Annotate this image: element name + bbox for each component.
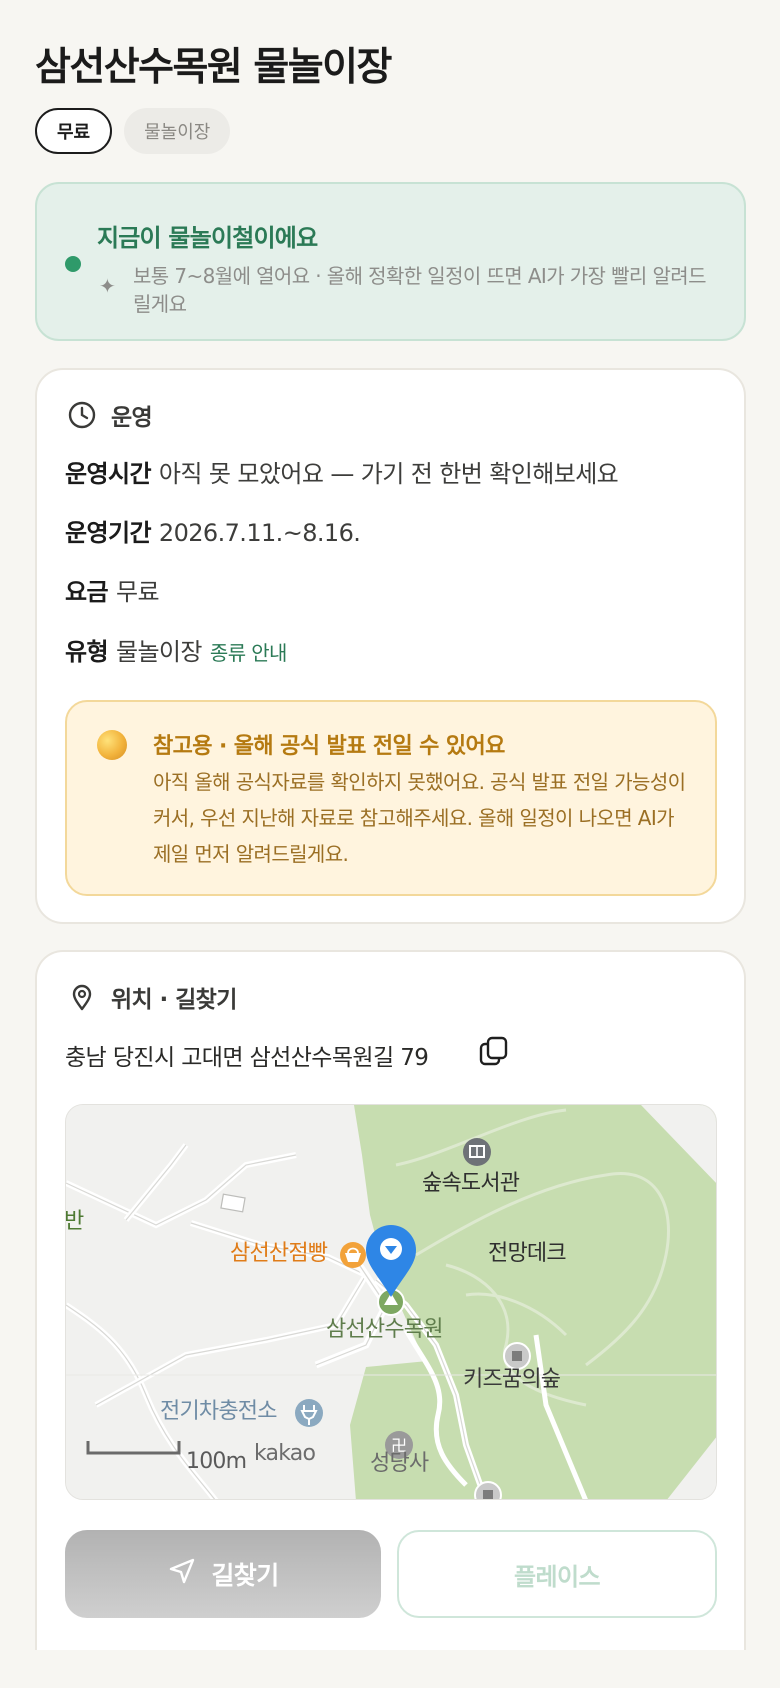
fee-row: 요금 무료 bbox=[65, 572, 160, 607]
poi-marker-icon bbox=[474, 1481, 502, 1499]
map-label-temple: 성당사 bbox=[370, 1451, 429, 1476]
map-brand-logo: kakao bbox=[254, 1441, 316, 1466]
send-arrow-icon bbox=[167, 1556, 197, 1592]
caution-body: 아직 올해 공식자료를 확인하지 못했어요. 공식 발표 전일 가능성이 커서,… bbox=[153, 770, 686, 866]
library-marker-icon bbox=[463, 1138, 491, 1166]
map-label-kids-forest: 키즈꿈의숲 bbox=[463, 1367, 561, 1392]
map-view[interactable]: 卍 숲속도서관 전망데크 삼선산점빵 삼선산수목원 키즈꿈의숲 전기차충전소 성… bbox=[65, 1104, 717, 1500]
operation-header: 운영 bbox=[67, 398, 153, 432]
clock-icon bbox=[67, 400, 97, 430]
fee-chip: 무료 bbox=[35, 108, 113, 154]
type-guide-link[interactable]: 종류 안내 bbox=[210, 641, 288, 665]
sparkle-icon: ✦ bbox=[99, 274, 116, 298]
hours-row: 운영시간 아직 못 모았어요 — 가기 전 한번 확인해보세요 bbox=[65, 454, 619, 489]
type-row: 유형 물놀이장 종류 안내 bbox=[65, 632, 287, 667]
chip-row: 무료 물놀이장 bbox=[35, 108, 231, 154]
map-graphic: 卍 bbox=[66, 1105, 716, 1499]
page: 삼선산수목원 물놀이장 무료 물놀이장 지금이 물놀이철이에요 ✦ 보통 7~8… bbox=[0, 0, 780, 1688]
season-banner: 지금이 물놀이철이에요 ✦ 보통 7~8월에 열어요 · 올해 정확한 일정이 … bbox=[35, 182, 746, 341]
address-text: 충남 당진시 고대면 삼선산수목원길 79 bbox=[65, 1045, 429, 1071]
season-note: 보통 7~8월에 열어요 · 올해 정확한 일정이 뜨면 AI가 가장 빨리 알… bbox=[133, 264, 706, 316]
caution-title: 참고용 · 올해 공식 발표 전일 수 있어요 bbox=[153, 734, 505, 759]
map-label-bakery: 삼선산점빵 bbox=[230, 1241, 328, 1266]
type-chip: 물놀이장 bbox=[124, 108, 231, 154]
map-label-library: 숲속도서관 bbox=[422, 1171, 520, 1196]
location-card: 위치 · 길찾기 충남 당진시 고대면 삼선산수목원길 79 卍 숲속도서관 전… bbox=[35, 950, 746, 1650]
navigate-button[interactable]: 길찾기 bbox=[65, 1530, 381, 1618]
operation-card: 운영 운영시간 아직 못 모았어요 — 가기 전 한번 확인해보세요 운영기간 20… bbox=[35, 368, 746, 924]
map-label-ev-charger: 전기차충전소 bbox=[160, 1399, 277, 1424]
bakery-marker-icon bbox=[340, 1242, 366, 1268]
period-key: 운영기간 bbox=[65, 519, 152, 547]
caution-box: 참고용 · 올해 공식 발표 전일 수 있어요 아직 올해 공식자료를 확인하지… bbox=[65, 700, 717, 896]
type-value: 물놀이장 bbox=[115, 638, 203, 666]
map-label-arboretum: 삼선산수목원 bbox=[326, 1317, 443, 1342]
coin-icon bbox=[97, 730, 127, 760]
place-label: 플레이스 bbox=[514, 1562, 601, 1591]
ev-charger-marker-icon bbox=[295, 1399, 323, 1427]
page-title: 삼선산수목원 물놀이장 bbox=[35, 45, 392, 90]
place-button[interactable]: 플레이스 bbox=[397, 1530, 717, 1618]
hours-key: 운영시간 bbox=[65, 460, 152, 488]
status-dot-icon bbox=[65, 256, 81, 272]
season-headline: 지금이 물놀이철이에요 bbox=[97, 224, 318, 252]
location-header: 위치 · 길찾기 bbox=[67, 980, 237, 1014]
location-label: 위치 · 길찾기 bbox=[111, 987, 237, 1013]
fee-value: 무료 bbox=[115, 578, 160, 606]
fee-key: 요금 bbox=[65, 578, 109, 606]
map-scale-label: 100m bbox=[186, 1449, 247, 1474]
type-key: 유형 bbox=[65, 638, 109, 666]
operation-label: 운영 bbox=[111, 405, 153, 431]
map-label-edge: 반 bbox=[65, 1209, 84, 1234]
map-label-viewdeck: 전망데크 bbox=[488, 1241, 567, 1266]
navigate-label: 길찾기 bbox=[211, 1561, 279, 1590]
period-row: 운영기간 2026.7.11.~8.16. bbox=[65, 513, 361, 548]
copy-icon[interactable] bbox=[477, 1034, 511, 1068]
period-value: 2026.7.11.~8.16. bbox=[158, 519, 361, 547]
hours-value: 아직 못 모았어요 — 가기 전 한번 확인해보세요 bbox=[158, 460, 619, 488]
pin-icon bbox=[67, 982, 97, 1012]
